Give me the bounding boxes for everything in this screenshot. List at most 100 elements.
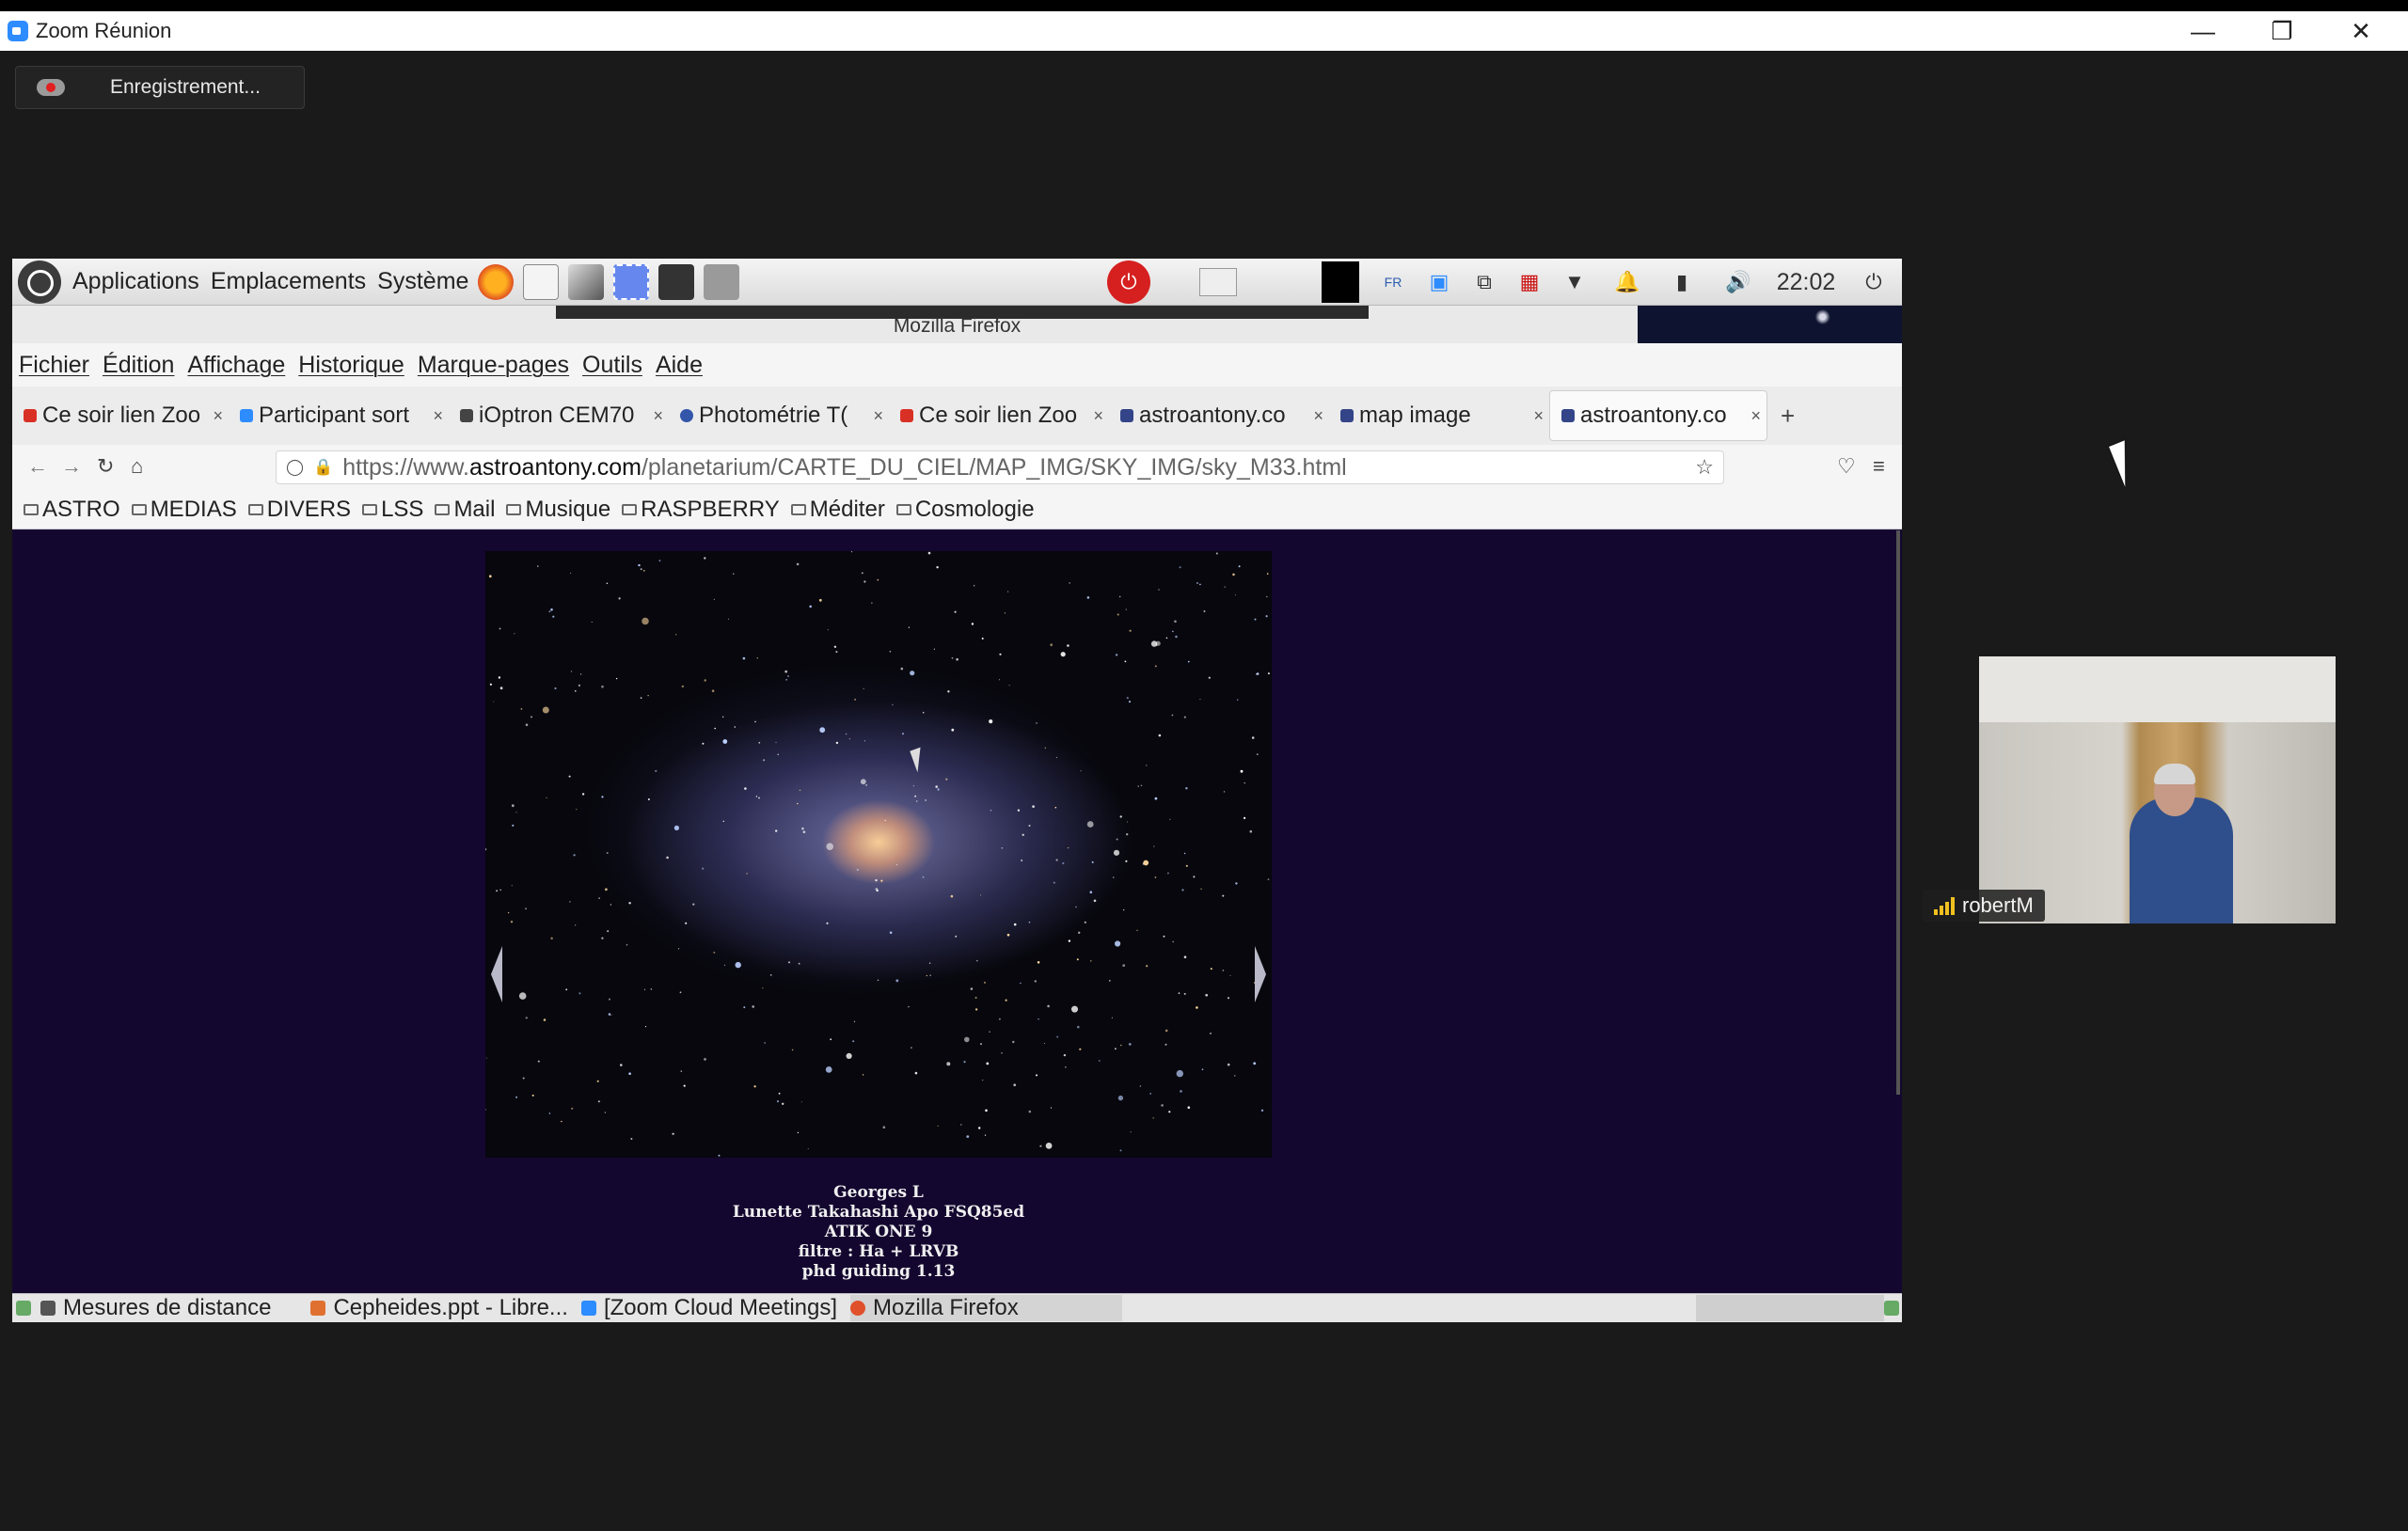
pocket-icon[interactable]: ♡ <box>1837 454 1856 479</box>
bookmark-folder[interactable]: Musique <box>506 497 610 523</box>
next-image-arrow-icon[interactable] <box>1255 946 1266 1002</box>
star <box>999 653 1002 655</box>
bookmark-folder[interactable]: Méditer <box>790 497 885 523</box>
back-icon[interactable]: ← <box>27 454 48 479</box>
telescope-icon[interactable] <box>568 263 605 300</box>
recording-indicator[interactable]: Enregistrement... <box>15 66 305 109</box>
close-button[interactable]: ✕ <box>2321 11 2400 51</box>
new-tab-button[interactable]: + <box>1781 402 1795 431</box>
tab-close-icon[interactable]: × <box>1533 406 1544 426</box>
keyboard-layout-indicator[interactable]: FR <box>1374 268 1412 296</box>
tab-close-icon[interactable]: × <box>873 406 883 426</box>
page-scrollbar[interactable] <box>1896 530 1900 1095</box>
star <box>854 699 856 701</box>
bookmark-folder[interactable]: DIVERS <box>247 497 351 523</box>
forward-icon[interactable]: → <box>61 454 82 479</box>
star <box>848 738 850 740</box>
star <box>520 708 523 710</box>
star <box>1130 1131 1132 1133</box>
taskbar-item-active[interactable]: Mozilla Firefox <box>850 1295 1122 1321</box>
bluetooth-icon[interactable]: ⧉ <box>1470 268 1498 296</box>
bookmark-folder[interactable]: LSS <box>362 497 423 523</box>
cards-game-icon[interactable] <box>523 263 560 300</box>
bookmark-folder[interactable]: RASPBERRY <box>622 497 780 523</box>
wifi-icon[interactable]: ▼ <box>1560 268 1589 296</box>
tab[interactable]: Photométrie T( × <box>669 390 889 441</box>
bookmark-folder[interactable]: Cosmologie <box>895 497 1035 523</box>
bell-icon[interactable]: 🔔 <box>1613 268 1641 296</box>
file-manager-icon[interactable] <box>704 263 740 300</box>
tab[interactable]: Participant sort × <box>229 390 449 441</box>
star <box>775 741 777 743</box>
terminal-icon[interactable] <box>658 263 695 300</box>
tab-close-icon[interactable]: × <box>433 406 443 426</box>
star <box>1140 784 1143 787</box>
tab[interactable]: iOptron CEM70 × <box>449 390 669 441</box>
clock[interactable]: 22:02 <box>1773 268 1839 296</box>
battery-app-icon[interactable]: ▦ <box>1515 268 1544 296</box>
menu-tools[interactable]: Outils <box>582 352 642 379</box>
hamburger-menu-icon[interactable]: ≡ <box>1873 454 1885 479</box>
zoom-tray-icon[interactable]: ▣ <box>1425 268 1453 296</box>
tab-close-icon[interactable]: × <box>653 406 663 426</box>
bookmark-folder[interactable]: MEDIAS <box>131 497 237 523</box>
star <box>1050 643 1054 647</box>
ubuntu-logo-icon[interactable] <box>18 260 61 304</box>
star <box>974 1008 978 1011</box>
minimize-button[interactable]: — <box>2163 11 2242 51</box>
battery-icon[interactable]: ▮ <box>1668 268 1696 296</box>
participant-video[interactable] <box>1979 656 2336 923</box>
tab[interactable]: Ce soir lien Zoo × <box>12 390 229 441</box>
tab-label: Participant sort <box>259 402 410 428</box>
taskbar-item[interactable]: Cepheides.ppt - Libre... <box>310 1295 568 1321</box>
menu-file[interactable]: Fichier <box>19 352 89 379</box>
menu-edit[interactable]: Édition <box>103 352 174 379</box>
room-ceiling <box>1979 656 2336 722</box>
bookmark-folder[interactable]: ASTRO <box>24 497 120 523</box>
taskbar-item[interactable]: [Zoom Cloud Meetings] <box>580 1295 837 1321</box>
bookmark-folder[interactable]: Mail <box>435 497 495 523</box>
star <box>801 827 804 830</box>
lock-icon[interactable]: 🔒 <box>313 458 333 477</box>
menu-history[interactable]: Historique <box>298 352 404 379</box>
home-icon[interactable]: ⌂ <box>131 454 143 479</box>
tab[interactable]: map image × <box>1329 390 1549 441</box>
tab-active[interactable]: astroantony.co × <box>1549 390 1767 441</box>
show-desktop-button[interactable] <box>16 1301 31 1316</box>
workspace-switcher[interactable] <box>1696 1295 1884 1321</box>
shield-icon[interactable]: ◯ <box>286 458 304 477</box>
menu-bookmarks[interactable]: Marque-pages <box>418 352 569 379</box>
tab[interactable]: astroantony.co × <box>1109 390 1329 441</box>
star <box>666 856 669 860</box>
black-window-icon[interactable] <box>1322 261 1359 303</box>
star <box>1108 980 1111 982</box>
tab-close-icon[interactable]: × <box>1093 406 1103 426</box>
tab-close-icon[interactable]: × <box>1751 406 1761 426</box>
menu-help[interactable]: Aide <box>656 352 703 379</box>
screenshot-icon[interactable] <box>613 263 650 300</box>
star <box>826 922 829 924</box>
tab-close-icon[interactable]: × <box>213 406 223 426</box>
volume-icon[interactable]: 🔊 <box>1724 268 1752 296</box>
m33-galaxy-image[interactable] <box>485 551 1272 1158</box>
tab[interactable]: Ce soir lien Zoo × <box>889 390 1109 441</box>
star <box>746 873 748 875</box>
menu-system[interactable]: Système <box>377 268 468 295</box>
previous-image-arrow-icon[interactable] <box>491 946 502 1002</box>
menu-applications[interactable]: Applications <box>72 268 199 295</box>
shutdown-red-icon[interactable]: ⏻ <box>1107 260 1150 304</box>
power-icon[interactable]: ⏻ <box>1860 268 1888 296</box>
star <box>1232 573 1235 576</box>
star <box>910 671 915 676</box>
trash-icon[interactable] <box>1884 1301 1899 1316</box>
bookmark-star-icon[interactable]: ☆ <box>1695 455 1714 480</box>
reload-icon[interactable]: ↻ <box>97 454 114 479</box>
tab-close-icon[interactable]: × <box>1313 406 1323 426</box>
remote-display-icon[interactable] <box>1199 268 1237 296</box>
url-bar[interactable]: ◯ 🔒 https://www. astroantony.com /planet… <box>276 450 1724 484</box>
firefox-launcher-icon[interactable] <box>478 263 515 300</box>
restore-button[interactable]: ❐ <box>2242 11 2321 51</box>
menu-places[interactable]: Emplacements <box>211 268 366 295</box>
taskbar-item[interactable]: Mesures de distance <box>40 1295 271 1321</box>
menu-view[interactable]: Affichage <box>187 352 285 379</box>
